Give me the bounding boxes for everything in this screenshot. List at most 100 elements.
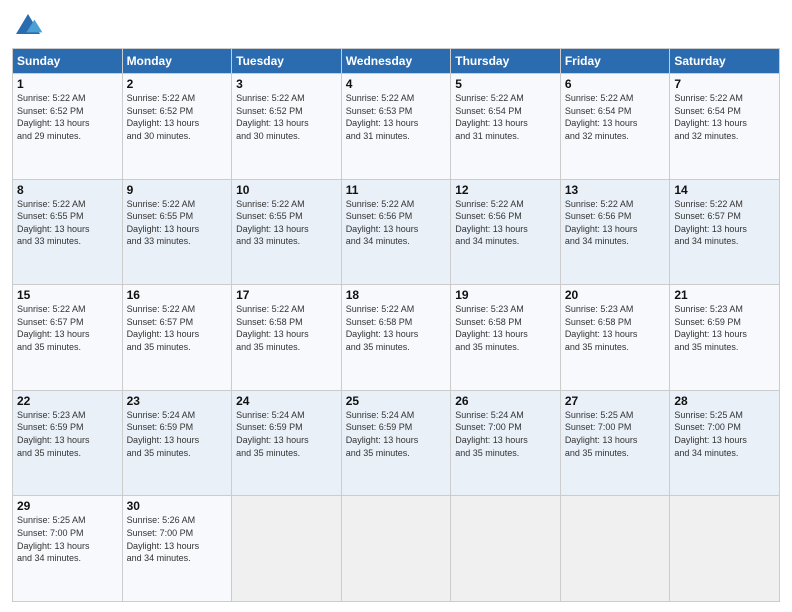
day-info: Sunrise: 5:22 AM Sunset: 6:53 PM Dayligh… bbox=[346, 92, 447, 142]
calendar-cell: 5Sunrise: 5:22 AM Sunset: 6:54 PM Daylig… bbox=[451, 74, 561, 180]
calendar-row-4: 22Sunrise: 5:23 AM Sunset: 6:59 PM Dayli… bbox=[13, 390, 780, 496]
calendar-cell: 28Sunrise: 5:25 AM Sunset: 7:00 PM Dayli… bbox=[670, 390, 780, 496]
day-number: 15 bbox=[17, 288, 118, 302]
header-monday: Monday bbox=[122, 49, 232, 74]
calendar-row-5: 29Sunrise: 5:25 AM Sunset: 7:00 PM Dayli… bbox=[13, 496, 780, 602]
calendar-cell bbox=[341, 496, 451, 602]
day-number: 21 bbox=[674, 288, 775, 302]
day-info: Sunrise: 5:22 AM Sunset: 6:56 PM Dayligh… bbox=[565, 198, 666, 248]
day-info: Sunrise: 5:22 AM Sunset: 6:55 PM Dayligh… bbox=[236, 198, 337, 248]
calendar-cell bbox=[560, 496, 670, 602]
calendar-cell: 22Sunrise: 5:23 AM Sunset: 6:59 PM Dayli… bbox=[13, 390, 123, 496]
day-info: Sunrise: 5:22 AM Sunset: 6:54 PM Dayligh… bbox=[455, 92, 556, 142]
day-info: Sunrise: 5:24 AM Sunset: 6:59 PM Dayligh… bbox=[236, 409, 337, 459]
day-info: Sunrise: 5:26 AM Sunset: 7:00 PM Dayligh… bbox=[127, 514, 228, 564]
calendar-cell: 4Sunrise: 5:22 AM Sunset: 6:53 PM Daylig… bbox=[341, 74, 451, 180]
day-number: 23 bbox=[127, 394, 228, 408]
day-info: Sunrise: 5:22 AM Sunset: 6:54 PM Dayligh… bbox=[565, 92, 666, 142]
day-info: Sunrise: 5:22 AM Sunset: 6:56 PM Dayligh… bbox=[455, 198, 556, 248]
day-info: Sunrise: 5:22 AM Sunset: 6:57 PM Dayligh… bbox=[674, 198, 775, 248]
calendar-cell: 11Sunrise: 5:22 AM Sunset: 6:56 PM Dayli… bbox=[341, 179, 451, 285]
day-info: Sunrise: 5:24 AM Sunset: 6:59 PM Dayligh… bbox=[127, 409, 228, 459]
calendar-cell: 29Sunrise: 5:25 AM Sunset: 7:00 PM Dayli… bbox=[13, 496, 123, 602]
calendar-cell: 13Sunrise: 5:22 AM Sunset: 6:56 PM Dayli… bbox=[560, 179, 670, 285]
calendar-cell: 14Sunrise: 5:22 AM Sunset: 6:57 PM Dayli… bbox=[670, 179, 780, 285]
header-thursday: Thursday bbox=[451, 49, 561, 74]
calendar-cell: 6Sunrise: 5:22 AM Sunset: 6:54 PM Daylig… bbox=[560, 74, 670, 180]
day-number: 13 bbox=[565, 183, 666, 197]
calendar-cell bbox=[670, 496, 780, 602]
day-number: 12 bbox=[455, 183, 556, 197]
calendar-cell bbox=[232, 496, 342, 602]
day-info: Sunrise: 5:25 AM Sunset: 7:00 PM Dayligh… bbox=[17, 514, 118, 564]
calendar-cell: 2Sunrise: 5:22 AM Sunset: 6:52 PM Daylig… bbox=[122, 74, 232, 180]
header-sunday: Sunday bbox=[13, 49, 123, 74]
day-info: Sunrise: 5:22 AM Sunset: 6:55 PM Dayligh… bbox=[127, 198, 228, 248]
calendar-row-3: 15 Sunrise: 5:22 AM Sunset: 6:57 PM Dayli… bbox=[13, 285, 780, 391]
day-number: 19 bbox=[455, 288, 556, 302]
day-number: 7 bbox=[674, 77, 775, 91]
calendar-cell: 19Sunrise: 5:23 AM Sunset: 6:58 PM Dayli… bbox=[451, 285, 561, 391]
page: Sunday Monday Tuesday Wednesday Thursday… bbox=[0, 0, 792, 612]
calendar-cell: 12Sunrise: 5:22 AM Sunset: 6:56 PM Dayli… bbox=[451, 179, 561, 285]
day-number: 6 bbox=[565, 77, 666, 91]
day-number: 16 bbox=[127, 288, 228, 302]
header-friday: Friday bbox=[560, 49, 670, 74]
header-tuesday: Tuesday bbox=[232, 49, 342, 74]
day-number: 5 bbox=[455, 77, 556, 91]
day-number: 10 bbox=[236, 183, 337, 197]
day-info: Sunrise: 5:23 AM Sunset: 6:58 PM Dayligh… bbox=[455, 303, 556, 353]
header-saturday: Saturday bbox=[670, 49, 780, 74]
calendar-table: Sunday Monday Tuesday Wednesday Thursday… bbox=[12, 48, 780, 602]
calendar-cell: 3Sunrise: 5:22 AM Sunset: 6:52 PM Daylig… bbox=[232, 74, 342, 180]
calendar-cell: 17Sunrise: 5:22 AM Sunset: 6:58 PM Dayli… bbox=[232, 285, 342, 391]
day-number: 18 bbox=[346, 288, 447, 302]
calendar-cell: 15Sunrise: 5:22 AM Sunset: 6:57 PM Dayli… bbox=[13, 285, 123, 391]
day-number: 29 bbox=[17, 499, 118, 513]
day-info: Sunrise: 5:22 AM Sunset: 6:54 PM Dayligh… bbox=[674, 92, 775, 142]
day-number: 24 bbox=[236, 394, 337, 408]
day-number: 22 bbox=[17, 394, 118, 408]
day-info: Sunrise: 5:23 AM Sunset: 6:59 PM Dayligh… bbox=[674, 303, 775, 353]
day-info: Sunrise: 5:22 AM Sunset: 6:52 PM Dayligh… bbox=[17, 92, 118, 142]
calendar-cell: 20Sunrise: 5:23 AM Sunset: 6:58 PM Dayli… bbox=[560, 285, 670, 391]
day-number: 3 bbox=[236, 77, 337, 91]
calendar-cell: 10Sunrise: 5:22 AM Sunset: 6:55 PM Dayli… bbox=[232, 179, 342, 285]
logo bbox=[12, 10, 48, 42]
day-info: Sunrise: 5:22 AM Sunset: 6:57 PM Dayligh… bbox=[127, 303, 228, 353]
day-info: Sunrise: 5:22 AM Sunset: 6:52 PM Dayligh… bbox=[127, 92, 228, 142]
day-number: 14 bbox=[674, 183, 775, 197]
calendar-cell: 1Sunrise: 5:22 AM Sunset: 6:52 PM Daylig… bbox=[13, 74, 123, 180]
day-info: Sunrise: 5:22 AM Sunset: 6:58 PM Dayligh… bbox=[346, 303, 447, 353]
day-number: 8 bbox=[17, 183, 118, 197]
calendar-cell: 16Sunrise: 5:22 AM Sunset: 6:57 PM Dayli… bbox=[122, 285, 232, 391]
calendar-cell: 26Sunrise: 5:24 AM Sunset: 7:00 PM Dayli… bbox=[451, 390, 561, 496]
day-number: 27 bbox=[565, 394, 666, 408]
day-info: Sunrise: 5:23 AM Sunset: 6:59 PM Dayligh… bbox=[17, 409, 118, 459]
day-info: Sunrise: 5:24 AM Sunset: 6:59 PM Dayligh… bbox=[346, 409, 447, 459]
calendar-cell: 30Sunrise: 5:26 AM Sunset: 7:00 PM Dayli… bbox=[122, 496, 232, 602]
day-number: 30 bbox=[127, 499, 228, 513]
calendar-cell: 27Sunrise: 5:25 AM Sunset: 7:00 PM Dayli… bbox=[560, 390, 670, 496]
calendar-cell: 9Sunrise: 5:22 AM Sunset: 6:55 PM Daylig… bbox=[122, 179, 232, 285]
calendar-row-1: 1Sunrise: 5:22 AM Sunset: 6:52 PM Daylig… bbox=[13, 74, 780, 180]
day-number: 4 bbox=[346, 77, 447, 91]
day-number: 17 bbox=[236, 288, 337, 302]
calendar-cell: 7Sunrise: 5:22 AM Sunset: 6:54 PM Daylig… bbox=[670, 74, 780, 180]
calendar-cell: 8Sunrise: 5:22 AM Sunset: 6:55 PM Daylig… bbox=[13, 179, 123, 285]
day-number: 1 bbox=[17, 77, 118, 91]
calendar-row-2: 8 Sunrise: 5:22 AM Sunset: 6:55 PM Daylig… bbox=[13, 179, 780, 285]
day-info: Sunrise: 5:22 AM Sunset: 6:52 PM Dayligh… bbox=[236, 92, 337, 142]
day-number: 25 bbox=[346, 394, 447, 408]
day-info: Sunrise: 5:25 AM Sunset: 7:00 PM Dayligh… bbox=[674, 409, 775, 459]
calendar-cell: 25Sunrise: 5:24 AM Sunset: 6:59 PM Dayli… bbox=[341, 390, 451, 496]
weekday-header-row: Sunday Monday Tuesday Wednesday Thursday… bbox=[13, 49, 780, 74]
day-info: Sunrise: 5:24 AM Sunset: 7:00 PM Dayligh… bbox=[455, 409, 556, 459]
day-info: Sunrise: 5:23 AM Sunset: 6:58 PM Dayligh… bbox=[565, 303, 666, 353]
header bbox=[12, 10, 780, 42]
calendar-cell: 21Sunrise: 5:23 AM Sunset: 6:59 PM Dayli… bbox=[670, 285, 780, 391]
day-info: Sunrise: 5:22 AM Sunset: 6:58 PM Dayligh… bbox=[236, 303, 337, 353]
day-number: 28 bbox=[674, 394, 775, 408]
day-number: 26 bbox=[455, 394, 556, 408]
day-number: 11 bbox=[346, 183, 447, 197]
